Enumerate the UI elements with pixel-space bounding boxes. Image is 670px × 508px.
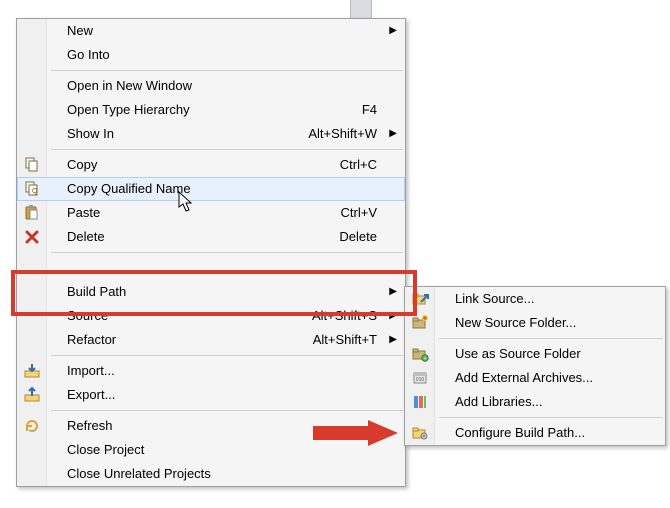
- menu-item-label: Show In: [67, 122, 114, 146]
- menu-item-refactor[interactable]: Refactor Alt+Shift+T ▶: [17, 328, 405, 352]
- menu-item-label: Configure Build Path...: [455, 421, 585, 445]
- menu-item-label: Source: [67, 304, 108, 328]
- copy-icon: [23, 156, 41, 174]
- menu-item-label: New Source Folder...: [455, 311, 576, 335]
- submenu-arrow-icon: ▶: [389, 304, 397, 328]
- menu-item-copy[interactable]: Copy Ctrl+C: [17, 153, 405, 177]
- menu-separator: [51, 355, 403, 356]
- menu-item-use-as-source-folder[interactable]: + Use as Source Folder: [405, 342, 665, 366]
- menu-item-source[interactable]: Source Alt+Shift+S ▶: [17, 304, 405, 328]
- export-icon: [23, 386, 41, 404]
- menu-item-label: Refresh: [67, 414, 113, 438]
- menu-item-label: New: [67, 19, 93, 43]
- menu-item-label: Build Path: [67, 280, 126, 304]
- menu-item-close-unrelated-projects[interactable]: Close Unrelated Projects: [17, 462, 405, 486]
- menu-separator: [51, 410, 403, 411]
- paste-icon: [23, 204, 41, 222]
- menu-separator: [51, 70, 403, 71]
- menu-item-label: Refactor: [67, 328, 116, 352]
- menu-separator: [51, 252, 403, 253]
- submenu-arrow-icon: ▶: [389, 280, 397, 304]
- menu-item-new-source-folder[interactable]: New Source Folder...: [405, 311, 665, 335]
- submenu-arrow-icon: ▶: [389, 328, 397, 352]
- link-source-icon: [411, 290, 429, 308]
- menu-item-paste[interactable]: Paste Ctrl+V: [17, 201, 405, 225]
- menu-item-label: Paste: [67, 201, 100, 225]
- menu-item-label: Open Type Hierarchy: [67, 98, 190, 122]
- menu-item-import[interactable]: Import...: [17, 359, 405, 383]
- menu-item-close-project[interactable]: Close Project: [17, 438, 405, 462]
- submenu-arrow-icon: ▶: [389, 19, 397, 43]
- menu-item-add-external-archives[interactable]: 010 Add External Archives...: [405, 366, 665, 390]
- menu-item-build-path[interactable]: Build Path ▶: [17, 280, 405, 304]
- menu-item-shortcut: Alt+Shift+S: [312, 304, 377, 328]
- menu-item-label: Add Libraries...: [455, 390, 542, 414]
- menu-item-copy-qualified-name[interactable]: Q Copy Qualified Name: [17, 177, 405, 201]
- menu-item-label: Delete: [67, 225, 105, 249]
- menu-item-label: Copy: [67, 153, 97, 177]
- svg-text:Q: Q: [32, 188, 38, 195]
- menu-item-delete[interactable]: Delete Delete: [17, 225, 405, 249]
- menu-item-label: Export...: [67, 383, 115, 407]
- menu-separator: [439, 417, 663, 418]
- delete-icon: [23, 228, 41, 246]
- menu-item-label: Open in New Window: [67, 74, 192, 98]
- copy-qualified-icon: Q: [23, 180, 41, 198]
- menu-item-shortcut: Delete: [339, 225, 377, 249]
- new-source-folder-icon: [411, 314, 429, 332]
- menu-item-show-in[interactable]: Show In Alt+Shift+W ▶: [17, 122, 405, 146]
- configure-build-path-icon: [411, 424, 429, 442]
- menu-item-go-into[interactable]: Go Into: [17, 43, 405, 67]
- menu-item-shortcut: F4: [362, 98, 377, 122]
- menu-item-add-libraries[interactable]: Add Libraries...: [405, 390, 665, 414]
- submenu-arrow-icon: ▶: [389, 122, 397, 146]
- menu-item-link-source[interactable]: Link Source...: [405, 287, 665, 311]
- menu-item-label: Import...: [67, 359, 115, 383]
- menu-item-refresh[interactable]: Refresh: [17, 414, 405, 438]
- import-icon: [23, 362, 41, 380]
- menu-item-label: Link Source...: [455, 287, 535, 311]
- menu-item-shortcut: Ctrl+V: [341, 201, 377, 225]
- editor-scrollbar-strip: [350, 0, 372, 18]
- menu-item-label: Copy Qualified Name: [67, 178, 191, 200]
- context-menu-build-path: Link Source... New Source Folder... + Us…: [404, 286, 666, 446]
- menu-item-label: Go Into: [67, 43, 110, 67]
- tree-item-partial: nL: [0, 22, 5, 36]
- menu-item-label: Add External Archives...: [455, 366, 593, 390]
- svg-text:010: 010: [416, 377, 425, 383]
- archive-icon: 010: [411, 369, 429, 387]
- context-menu-main: New ▶ Go Into Open in New Window Open Ty…: [16, 18, 406, 487]
- menu-item-open-type-hierarchy[interactable]: Open Type Hierarchy F4: [17, 98, 405, 122]
- refresh-icon: [23, 417, 41, 435]
- menu-item-open-new-window[interactable]: Open in New Window: [17, 74, 405, 98]
- menu-item-shortcut: Alt+Shift+T: [313, 328, 377, 352]
- library-icon: [411, 393, 429, 411]
- menu-item-label: Use as Source Folder: [455, 342, 581, 366]
- menu-item-export[interactable]: Export...: [17, 383, 405, 407]
- use-as-source-folder-icon: +: [411, 345, 429, 363]
- menu-item-label: Close Project: [67, 438, 144, 462]
- menu-separator: [439, 338, 663, 339]
- svg-text:+: +: [424, 356, 427, 362]
- menu-separator: [51, 149, 403, 150]
- menu-item-label: Close Unrelated Projects: [67, 462, 211, 486]
- menu-items: Link Source... New Source Folder... + Us…: [405, 287, 665, 445]
- menu-item-shortcut: Alt+Shift+W: [308, 122, 377, 146]
- menu-item-new[interactable]: New ▶: [17, 19, 405, 43]
- menu-item-configure-build-path[interactable]: Configure Build Path...: [405, 421, 665, 445]
- menu-item-shortcut: Ctrl+C: [340, 153, 377, 177]
- menu-items: New ▶ Go Into Open in New Window Open Ty…: [17, 19, 405, 486]
